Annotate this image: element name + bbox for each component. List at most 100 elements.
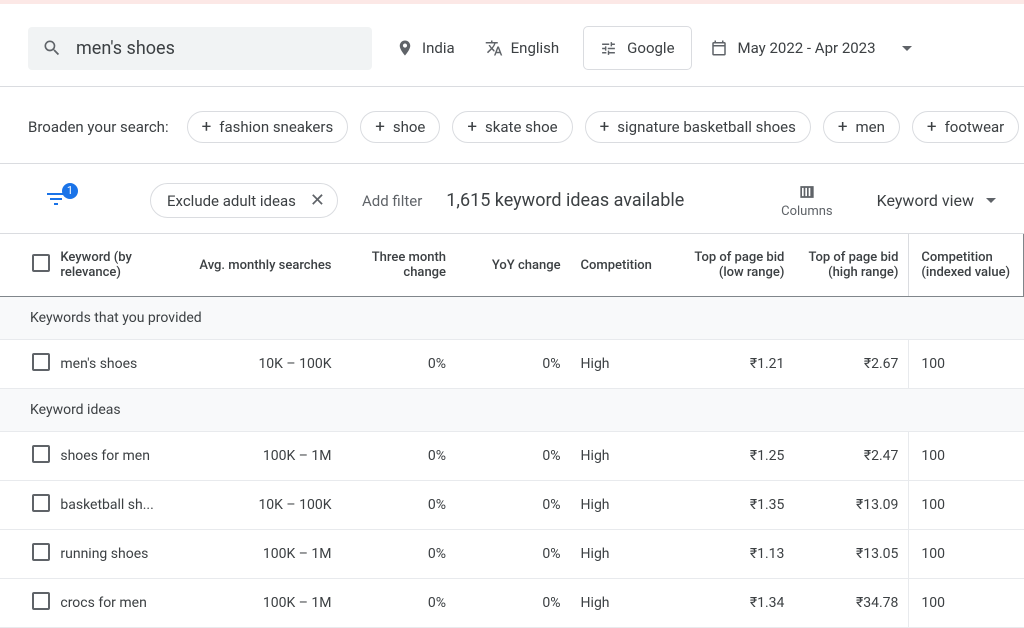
row-checkbox[interactable]: [32, 592, 50, 610]
cell-keyword: running shoes: [60, 530, 175, 579]
cell-idx: 100: [909, 579, 1024, 628]
cell-keyword: basketball sh...: [60, 481, 175, 530]
col-idx[interactable]: Competition (indexed value): [909, 234, 1024, 297]
cell-ams: 100K – 1M: [175, 432, 342, 481]
chip-label: shoe: [393, 118, 426, 136]
select-all-checkbox[interactable]: [32, 254, 50, 272]
row-checkbox[interactable]: [32, 353, 50, 371]
cell-keyword: crocs for men: [60, 579, 175, 628]
language-label: English: [511, 39, 560, 57]
broaden-label: Broaden your search:: [28, 118, 169, 136]
cell-tmc: 0%: [341, 340, 456, 389]
search-text: men's shoes: [76, 38, 175, 59]
cell-bid-high: ₹13.09: [794, 481, 909, 530]
cell-ams: 100K – 1M: [175, 579, 342, 628]
cell-bid-low: ₹1.21: [675, 340, 795, 389]
filter-row: 1 Exclude adult ideas ✕ Add filter 1,615…: [0, 164, 1024, 234]
search-icon: [42, 38, 62, 58]
tune-icon: [600, 40, 617, 57]
broaden-chip[interactable]: + shoe: [360, 111, 440, 143]
table-row: men's shoes10K – 100K0%0%High₹1.21₹2.671…: [0, 340, 1024, 389]
col-bid-high[interactable]: Top of page bid (high range): [794, 234, 909, 297]
active-filter-chip[interactable]: Exclude adult ideas ✕: [150, 183, 338, 218]
cell-yoy: 0%: [456, 340, 571, 389]
cell-yoy: 0%: [456, 530, 571, 579]
columns-label: Columns: [781, 204, 833, 219]
location-icon: [396, 39, 414, 57]
calendar-icon: [710, 39, 728, 57]
cell-competition: High: [571, 432, 675, 481]
cell-tmc: 0%: [341, 530, 456, 579]
cell-bid-high: ₹2.47: [794, 432, 909, 481]
table-header-row: Keyword (by relevance) Avg. monthly sear…: [0, 234, 1024, 297]
columns-button[interactable]: Columns: [781, 182, 833, 219]
plus-icon: +: [467, 119, 477, 136]
translate-icon: [485, 39, 503, 57]
table-section-header: Keywords that you provided: [0, 297, 1024, 340]
row-checkbox[interactable]: [32, 494, 50, 512]
toolbar: men's shoes India English Google May 202…: [0, 4, 1024, 87]
keywords-table: Keyword (by relevance) Avg. monthly sear…: [0, 234, 1024, 628]
close-icon[interactable]: ✕: [306, 190, 329, 211]
cell-competition: High: [571, 481, 675, 530]
cell-yoy: 0%: [456, 432, 571, 481]
plus-icon: +: [838, 119, 848, 136]
cell-bid-high: ₹13.05: [794, 530, 909, 579]
date-range-selector[interactable]: May 2022 - Apr 2023: [710, 39, 912, 57]
chip-label: footwear: [945, 118, 1005, 136]
cell-tmc: 0%: [341, 579, 456, 628]
broaden-chip[interactable]: + footwear: [912, 111, 1019, 143]
col-ams[interactable]: Avg. monthly searches: [175, 234, 342, 297]
broaden-chip[interactable]: + fashion sneakers: [187, 111, 349, 143]
language-selector[interactable]: English: [479, 31, 566, 65]
plus-icon: +: [202, 119, 212, 136]
cell-ams: 10K – 100K: [175, 481, 342, 530]
table-row: running shoes100K – 1M0%0%High₹1.13₹13.0…: [0, 530, 1024, 579]
cell-yoy: 0%: [456, 579, 571, 628]
cell-keyword: shoes for men: [60, 432, 175, 481]
broaden-search-row: Broaden your search: + fashion sneakers +…: [0, 87, 1024, 164]
engine-label: Google: [627, 39, 674, 57]
col-keyword[interactable]: Keyword (by relevance): [60, 234, 175, 297]
filter-chip-label: Exclude adult ideas: [167, 192, 296, 210]
table-section-header: Keyword ideas: [0, 389, 1024, 432]
col-tmc[interactable]: Three month change: [341, 234, 456, 297]
cell-idx: 100: [909, 530, 1024, 579]
chip-label: signature basketball shoes: [617, 118, 796, 136]
cell-bid-high: ₹34.78: [794, 579, 909, 628]
cell-idx: 100: [909, 340, 1024, 389]
plus-icon: +: [600, 119, 610, 136]
broaden-chip[interactable]: + signature basketball shoes: [585, 111, 811, 143]
plus-icon: +: [375, 119, 385, 136]
row-checkbox[interactable]: [32, 543, 50, 561]
ideas-available-text: 1,615 keyword ideas available: [446, 190, 684, 211]
search-input[interactable]: men's shoes: [28, 27, 372, 70]
col-competition[interactable]: Competition: [571, 234, 675, 297]
cell-tmc: 0%: [341, 432, 456, 481]
filter-button[interactable]: 1: [44, 187, 72, 215]
cell-idx: 100: [909, 432, 1024, 481]
view-label: Keyword view: [877, 191, 974, 210]
cell-competition: High: [571, 530, 675, 579]
cell-bid-high: ₹2.67: [794, 340, 909, 389]
cell-ams: 100K – 1M: [175, 530, 342, 579]
chip-label: skate shoe: [485, 118, 558, 136]
chevron-down-icon: [986, 198, 996, 203]
filter-count-badge: 1: [62, 183, 78, 199]
cell-bid-low: ₹1.13: [675, 530, 795, 579]
search-network-selector[interactable]: Google: [583, 26, 691, 70]
col-yoy[interactable]: YoY change: [456, 234, 571, 297]
cell-ams: 10K – 100K: [175, 340, 342, 389]
location-selector[interactable]: India: [390, 31, 461, 65]
cell-bid-low: ₹1.34: [675, 579, 795, 628]
col-bid-low[interactable]: Top of page bid (low range): [675, 234, 795, 297]
plus-icon: +: [927, 119, 937, 136]
broaden-chip[interactable]: +men: [823, 111, 900, 143]
cell-competition: High: [571, 340, 675, 389]
keyword-view-selector[interactable]: Keyword view: [877, 191, 996, 210]
broaden-chip[interactable]: + skate shoe: [452, 111, 572, 143]
row-checkbox[interactable]: [32, 445, 50, 463]
add-filter-button[interactable]: Add filter: [362, 192, 422, 210]
chip-label: fashion sneakers: [219, 118, 333, 136]
table-row: shoes for men100K – 1M0%0%High₹1.25₹2.47…: [0, 432, 1024, 481]
